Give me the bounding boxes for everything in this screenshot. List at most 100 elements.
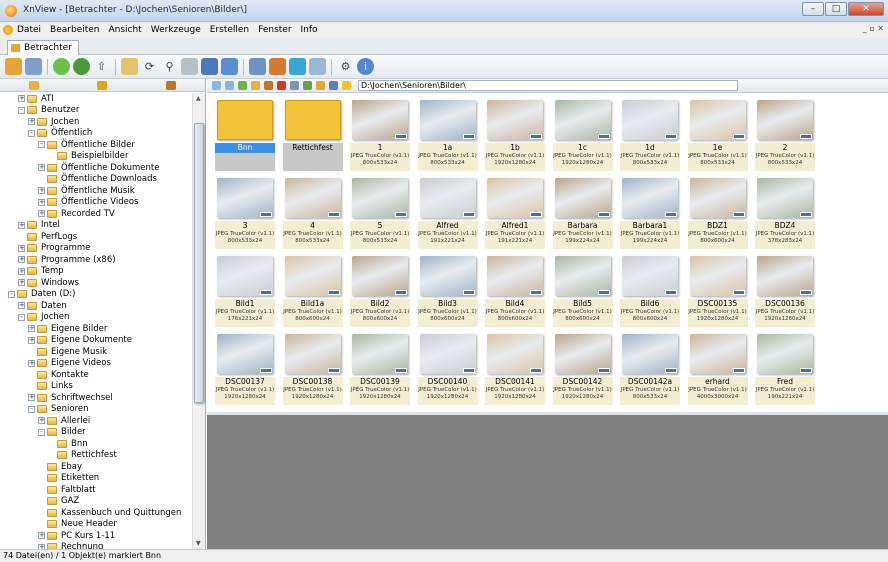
tree-item[interactable]: Neue Header bbox=[0, 519, 193, 531]
expand-icon[interactable]: + bbox=[18, 95, 25, 103]
menu-werkzeuge[interactable]: Werkzeuge bbox=[151, 25, 201, 35]
image-thumbnail[interactable]: 2 JPEG TrueColor (v1.1) 800x533x24 bbox=[753, 96, 817, 172]
tree-item[interactable]: + Recorded TV bbox=[0, 208, 193, 220]
image-thumbnail[interactable]: Bild1a JPEG TrueColor (v1.1) 800x600x24 bbox=[281, 252, 345, 328]
tree-item[interactable]: Faltblatt bbox=[0, 484, 193, 496]
image-thumbnail[interactable]: 4 JPEG TrueColor (v1.1) 800x533x24 bbox=[281, 174, 345, 250]
image-thumbnail[interactable]: DSC00135 JPEG TrueColor (v1.1) 1920x1280x2… bbox=[686, 252, 750, 328]
expand-icon[interactable]: + bbox=[18, 244, 25, 252]
image-thumbnail[interactable]: Alfred JPEG TrueColor (v1.1) 191x221x24 bbox=[416, 174, 480, 250]
image-thumbnail[interactable]: DSC00136 JPEG TrueColor (v1.1) 1920x1280x2… bbox=[753, 252, 817, 328]
maximize-button[interactable]: □ bbox=[825, 2, 847, 16]
up-icon[interactable]: ⇧ bbox=[93, 58, 110, 75]
image-thumbnail[interactable]: 1d JPEG TrueColor (v1.1) 800x533x24 bbox=[618, 96, 682, 172]
tree-item[interactable]: Kontakte bbox=[0, 369, 193, 381]
image-thumbnail[interactable]: Bild5 JPEG TrueColor (v1.1) 800x600x24 bbox=[551, 252, 615, 328]
collapse-icon[interactable]: - bbox=[38, 428, 45, 436]
image-thumbnail[interactable]: 1b JPEG TrueColor (v1.1) 1920x1280x24 bbox=[483, 96, 547, 172]
back-arrow-icon[interactable] bbox=[212, 81, 221, 90]
tree-item[interactable]: - Daten (D:) bbox=[0, 289, 193, 301]
expand-icon[interactable]: + bbox=[18, 302, 25, 310]
expand-icon[interactable]: + bbox=[18, 267, 25, 275]
menu-bearbeiten[interactable]: Bearbeiten bbox=[50, 25, 99, 35]
expand-icon[interactable]: + bbox=[38, 187, 45, 195]
image-thumbnail[interactable]: DSC00142 JPEG TrueColor (v1.1) 1920x1280x2… bbox=[551, 330, 615, 406]
expand-icon[interactable]: + bbox=[18, 221, 25, 229]
image-thumbnail[interactable]: 5 JPEG TrueColor (v1.1) 800x533x24 bbox=[348, 174, 412, 250]
tree-item[interactable]: + Windows bbox=[0, 277, 193, 289]
tree-item[interactable]: + Rechnung bbox=[0, 542, 193, 549]
folder-thumbnail[interactable]: Bnn bbox=[213, 96, 277, 172]
mdi-controls[interactable]: _ ▫ ✕ bbox=[863, 24, 884, 33]
tree-scrollbar[interactable]: ▲ ▼ bbox=[192, 93, 205, 549]
tree-item[interactable]: Links bbox=[0, 381, 193, 393]
tree-item[interactable]: + Öffentliche Dokumente bbox=[0, 162, 193, 174]
folders-tab-icon[interactable] bbox=[29, 80, 40, 90]
image-thumbnail[interactable]: Bild3 JPEG TrueColor (v1.1) 800x600x24 bbox=[416, 252, 480, 328]
expand-icon[interactable]: + bbox=[28, 336, 35, 344]
tree-item[interactable]: + Programme (x86) bbox=[0, 254, 193, 266]
image-thumbnail[interactable]: erhard JPEG TrueColor (v1.1) 4000x3000x24 bbox=[686, 330, 750, 406]
image-thumbnail[interactable]: 1a JPEG TrueColor (v1.1) 800x533x24 bbox=[416, 96, 480, 172]
folder-thumbnail[interactable]: Rettichfest bbox=[281, 96, 345, 172]
tab-betrachter[interactable]: Betrachter bbox=[7, 40, 79, 55]
info-icon[interactable]: i bbox=[357, 58, 374, 75]
tree-item[interactable]: + Eigene Dokumente bbox=[0, 335, 193, 347]
image-thumbnail[interactable]: Fred JPEG TrueColor (v1.1) 190x221x24 bbox=[753, 330, 817, 406]
tree-item[interactable]: - Öffentlich bbox=[0, 128, 193, 140]
app-menu-icon[interactable] bbox=[3, 25, 13, 35]
path-input[interactable]: D:\Jochen\Senioren\Bilder\ bbox=[358, 80, 738, 91]
folder-tree[interactable]: + ATI - Benutzer + Jochen - Öffentlich - Öffentli… bbox=[0, 93, 193, 549]
sort-icon[interactable] bbox=[303, 81, 312, 90]
thumbnail-icon[interactable] bbox=[25, 58, 42, 75]
tree-item[interactable]: Rettichfest bbox=[0, 450, 193, 462]
delete-icon[interactable] bbox=[277, 81, 286, 90]
tree-item[interactable]: + PC Kurs 1-11 bbox=[0, 530, 193, 542]
image-thumbnail[interactable]: Bild2 JPEG TrueColor (v1.1) 800x600x24 bbox=[348, 252, 412, 328]
convert-icon[interactable] bbox=[249, 58, 266, 75]
tree-item[interactable]: Etiketten bbox=[0, 473, 193, 485]
tree-item[interactable]: PerfLogs bbox=[0, 231, 193, 243]
image-thumbnail[interactable]: DSC00140 JPEG TrueColor (v1.1) 1920x1280x2… bbox=[416, 330, 480, 406]
expand-icon[interactable]: + bbox=[38, 164, 45, 172]
image-thumbnail[interactable]: DSC00141 JPEG TrueColor (v1.1) 1920x1280x2… bbox=[483, 330, 547, 406]
image-thumbnail[interactable]: Barbara JPEG TrueColor (v1.1) 199x224x24 bbox=[551, 174, 615, 250]
categories-tab-icon[interactable] bbox=[165, 80, 176, 90]
tree-item[interactable]: Kassenbuch und Quittungen bbox=[0, 507, 193, 519]
menu-ansicht[interactable]: Ansicht bbox=[108, 25, 141, 35]
image-thumbnail[interactable]: Bild4 JPEG TrueColor (v1.1) 800x600x24 bbox=[483, 252, 547, 328]
image-thumbnail[interactable]: DSC00142a JPEG TrueColor (v1.1) 800x533x24 bbox=[618, 330, 682, 406]
tree-item[interactable]: Bnn bbox=[0, 438, 193, 450]
expand-icon[interactable]: + bbox=[28, 118, 35, 126]
tree-item[interactable]: + Eigene Bilder bbox=[0, 323, 193, 335]
tree-item[interactable]: + Allerlei bbox=[0, 415, 193, 427]
view-options-icon[interactable] bbox=[329, 81, 338, 90]
minimize-button[interactable]: – bbox=[802, 2, 824, 16]
forward-arrow-icon[interactable] bbox=[225, 81, 234, 90]
image-thumbnail[interactable]: 3 JPEG TrueColor (v1.1) 800x533x24 bbox=[213, 174, 277, 250]
tree-item[interactable]: GAZ bbox=[0, 496, 193, 508]
tree-item[interactable]: Öffentliche Downloads bbox=[0, 174, 193, 186]
favorite-star-icon[interactable] bbox=[342, 81, 351, 90]
collapse-icon[interactable]: - bbox=[8, 290, 15, 298]
new-folder-icon[interactable] bbox=[251, 81, 260, 90]
collapse-icon[interactable]: - bbox=[18, 313, 25, 321]
favorites-tab-icon[interactable] bbox=[97, 80, 108, 90]
image-thumbnail[interactable]: BDZ1 JPEG TrueColor (v1.1) 800x600x24 bbox=[686, 174, 750, 250]
image-thumbnail[interactable]: 1 JPEG TrueColor (v1.1) 800x533x24 bbox=[348, 96, 412, 172]
settings-icon[interactable]: ⚙ bbox=[337, 58, 354, 75]
tree-item[interactable]: - Jochen bbox=[0, 312, 193, 324]
scroll-up-arrow[interactable]: ▲ bbox=[196, 95, 201, 102]
tree-item[interactable]: Eigene Musik bbox=[0, 346, 193, 358]
print-icon[interactable] bbox=[181, 58, 198, 75]
image-thumbnail[interactable]: 1e JPEG TrueColor (v1.1) 800x533x24 bbox=[686, 96, 750, 172]
edit-icon[interactable] bbox=[264, 81, 273, 90]
forward-icon[interactable] bbox=[73, 58, 90, 75]
tree-item[interactable]: + Jochen bbox=[0, 116, 193, 128]
contact-sheet-icon[interactable] bbox=[309, 58, 326, 75]
tree-item[interactable]: + Öffentliche Musik bbox=[0, 185, 193, 197]
menu-info[interactable]: Info bbox=[301, 25, 318, 35]
rename-icon[interactable] bbox=[269, 58, 286, 75]
tree-item[interactable]: + Intel bbox=[0, 220, 193, 232]
image-thumbnail[interactable]: Alfred1 JPEG TrueColor (v1.1) 191x221x24 bbox=[483, 174, 547, 250]
